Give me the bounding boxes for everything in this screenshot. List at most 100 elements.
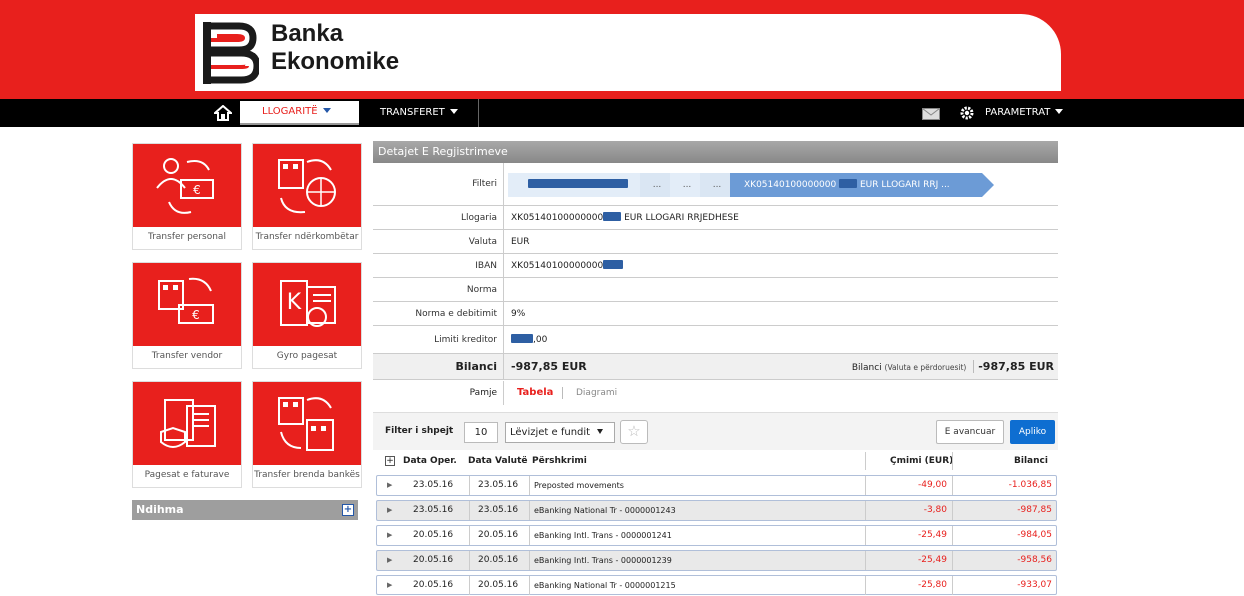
- cell-description: eBanking National Tr - 0000001243: [529, 501, 859, 520]
- expand-row-icon[interactable]: ▶: [387, 551, 392, 570]
- favorite-star-button[interactable]: ☆: [620, 420, 648, 444]
- table-row[interactable]: ▶ 20.05.16 20.05.16 eBanking National Tr…: [376, 575, 1057, 595]
- tab-divider: [562, 387, 563, 399]
- debit-rate-label: Norma e debitimit: [373, 302, 504, 325]
- svg-text:K: K: [287, 290, 302, 315]
- international-transfer-icon: [278, 159, 336, 214]
- redacted-mask: [603, 260, 624, 269]
- currency-value: EUR: [511, 237, 530, 247]
- account-row: Llogaria XK05140100000000 EUR LLOGARI RR…: [373, 206, 1058, 230]
- filter-crumb-2[interactable]: ...: [640, 173, 674, 197]
- credit-limit-row: Limiti kreditor ,00: [373, 326, 1058, 354]
- mail-icon[interactable]: [922, 108, 940, 120]
- cell-description: eBanking Intl. Trans - 0000001239: [529, 551, 859, 570]
- nav-settings-label: PARAMETRAT: [985, 107, 1051, 118]
- gear-icon[interactable]: [959, 105, 975, 121]
- cell-op-date: 23.05.16: [413, 505, 454, 515]
- table-row[interactable]: ▶ 20.05.16 20.05.16 eBanking Intl. Trans…: [376, 550, 1057, 571]
- apply-button[interactable]: Apliko: [1010, 420, 1055, 444]
- cell-balance: -1.036,85: [952, 476, 1054, 495]
- expand-row-icon[interactable]: ▶: [387, 576, 392, 595]
- filter-crumb-1[interactable]: [508, 173, 648, 197]
- filter-crumb-active[interactable]: XK05140100000000 EUR LLOGARI RRJ ...: [730, 173, 994, 197]
- expand-plus-icon[interactable]: +: [342, 504, 354, 516]
- balance-label: Bilanci: [373, 354, 504, 379]
- nav-settings[interactable]: PARAMETRAT: [985, 99, 1064, 127]
- tile-international-transfer[interactable]: Transfer ndërkombëtar: [252, 143, 362, 250]
- svg-text:€: €: [193, 183, 201, 197]
- user-balance: Bilanci (Valuta e përdoruesit) -987,85 E…: [852, 354, 1058, 379]
- crumb-text: XK05140100000000: [744, 180, 837, 190]
- cell-balance: -984,05: [952, 526, 1054, 545]
- filter-crumb-3[interactable]: ...: [670, 173, 704, 197]
- cell-op-date: 20.05.16: [413, 530, 454, 540]
- expand-all-icon[interactable]: +: [385, 456, 395, 466]
- quick-filter-bar: Filter i shpejt 10 Lëvizjet e fundit ☆ E…: [373, 412, 1058, 450]
- expand-row-icon[interactable]: ▶: [387, 501, 392, 520]
- movements-select[interactable]: Lëvizjet e fundit: [505, 422, 615, 443]
- table-row[interactable]: ▶ 20.05.16 20.05.16 eBanking Intl. Trans…: [376, 525, 1057, 546]
- tile-label: Transfer brenda bankës: [253, 465, 361, 487]
- redacted-mask: [839, 179, 858, 188]
- advanced-button[interactable]: E avancuar: [936, 420, 1004, 444]
- cell-op-date: 20.05.16: [413, 555, 454, 565]
- redacted-mask: [511, 334, 533, 343]
- tile-gyro-payment[interactable]: K Gyro pagesat: [252, 262, 362, 369]
- tile-personal-transfer[interactable]: € Transfer personal: [132, 143, 242, 250]
- rate-row: Norma: [373, 278, 1058, 302]
- col-divider: [952, 452, 953, 470]
- iban-label: IBAN: [373, 254, 504, 277]
- redacted-mask: [603, 212, 622, 221]
- nav-accounts-label: LLOGARITË: [262, 106, 318, 117]
- count-input[interactable]: 10: [464, 422, 498, 443]
- account-value: XK05140100000000 EUR LLOGARI RRJEDHESE: [511, 206, 739, 229]
- col-divider: [865, 452, 866, 470]
- credit-limit-label: Limiti kreditor: [373, 326, 504, 353]
- col-value-date[interactable]: Data Valutë: [468, 452, 528, 470]
- account-label: Llogaria: [373, 206, 504, 229]
- help-panel-header[interactable]: Ndihma +: [132, 500, 358, 520]
- cell-value-date: 23.05.16: [469, 501, 529, 520]
- cell-value-date: 20.05.16: [469, 576, 529, 595]
- chevron-down-icon: [322, 108, 331, 113]
- help-label: Ndihma: [136, 503, 184, 516]
- tab-chart[interactable]: Diagrami: [576, 381, 617, 405]
- account-prefix: XK05140100000000: [511, 213, 604, 223]
- nav-transfers[interactable]: TRANSFERET: [380, 99, 458, 127]
- main-nav: LLOGARITË TRANSFERET PARAMETRAT: [0, 99, 1244, 127]
- tile-label: Transfer personal: [133, 227, 241, 249]
- col-description[interactable]: Përshkrimi: [532, 452, 587, 470]
- expand-row-icon[interactable]: ▶: [387, 526, 392, 545]
- balance-value: -987,85 EUR: [511, 360, 587, 373]
- tile-internal-transfer[interactable]: Transfer brenda bankës: [252, 381, 362, 488]
- cell-price: -3,80: [865, 501, 951, 520]
- view-tabs: Pamje Tabela Diagrami: [373, 381, 1058, 405]
- tile-label: Gyro pagesat: [253, 346, 361, 368]
- internal-transfer-icon: [278, 397, 334, 451]
- home-icon[interactable]: [214, 105, 232, 121]
- cell-op-date: 23.05.16: [413, 480, 454, 490]
- crumb-text: EUR LLOGARI RRJ ...: [859, 180, 950, 190]
- nav-accounts[interactable]: LLOGARITË: [240, 101, 359, 125]
- expand-row-icon[interactable]: ▶: [387, 476, 392, 495]
- chevron-down-icon: [1055, 109, 1064, 114]
- table-row[interactable]: ▶ 23.05.16 23.05.16 eBanking National Tr…: [376, 500, 1057, 521]
- tile-domestic-transfer[interactable]: € Transfer vendor: [132, 262, 242, 369]
- col-price[interactable]: Çmimi (EUR): [890, 452, 953, 470]
- iban-row: IBAN XK05140100000000: [373, 254, 1058, 278]
- col-op-date[interactable]: Data Oper.: [403, 452, 457, 470]
- svg-text:€: €: [192, 308, 200, 322]
- cell-value-date: 23.05.16: [469, 476, 529, 495]
- col-balance[interactable]: Bilanci: [1014, 452, 1048, 470]
- crumb-text: ...: [712, 180, 722, 190]
- user-balance-note: (Valuta e përdoruesit): [884, 363, 967, 372]
- tile-label: Pagesat e faturave: [133, 465, 241, 487]
- personal-transfer-icon: €: [156, 158, 214, 214]
- filter-crumb-4[interactable]: ...: [700, 173, 734, 197]
- brand-name: Banka Ekonomike: [271, 20, 399, 76]
- tab-table[interactable]: Tabela: [517, 381, 553, 405]
- cell-op-date: 20.05.16: [413, 580, 454, 590]
- table-row[interactable]: ▶ 23.05.16 23.05.16 Preposted movements …: [376, 475, 1057, 496]
- cell-value-date: 20.05.16: [469, 526, 529, 545]
- tile-bill-payment[interactable]: Pagesat e faturave: [132, 381, 242, 488]
